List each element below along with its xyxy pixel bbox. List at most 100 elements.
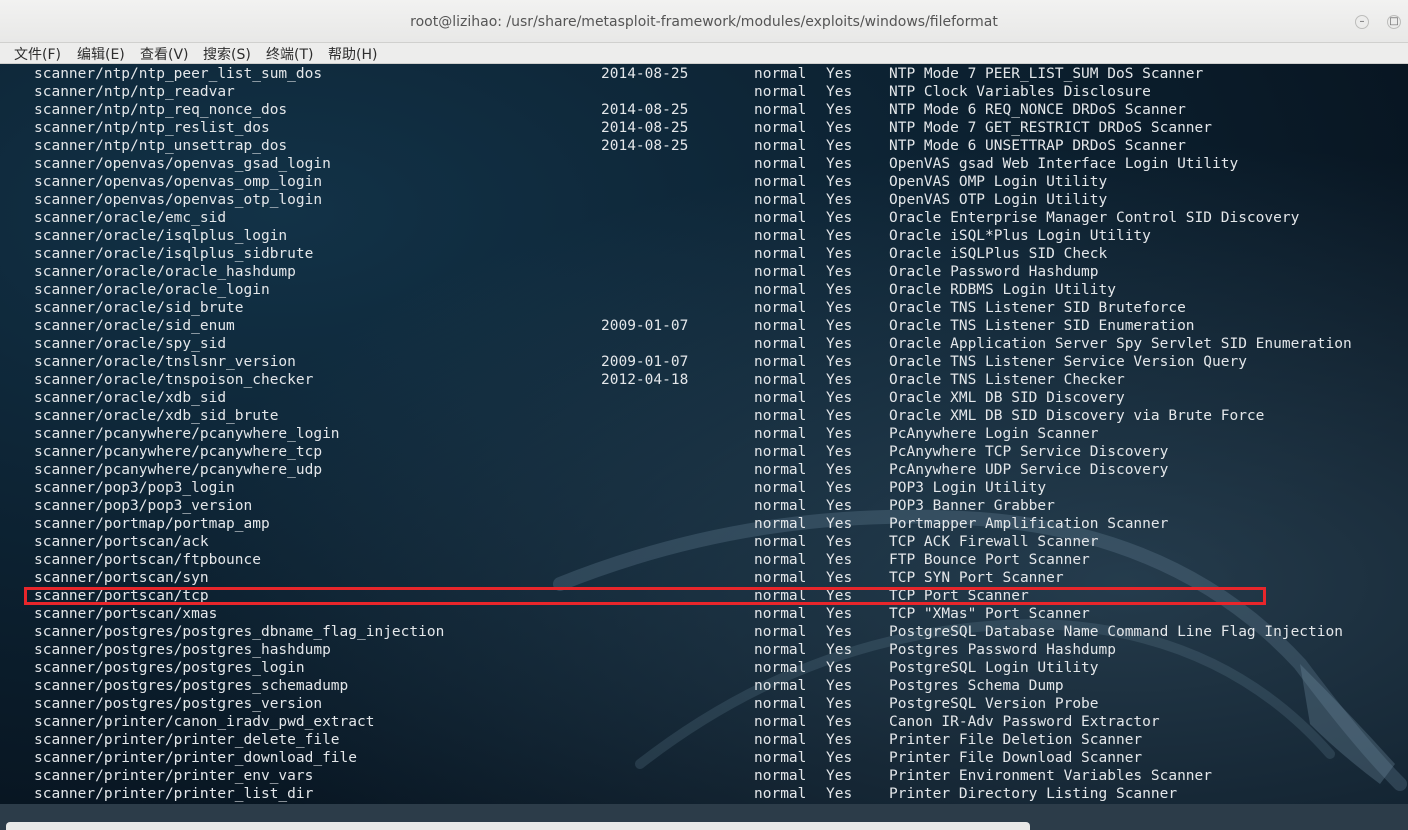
module-name: scanner/ntp/ntp_peer_list_sum_dos [34,66,323,82]
module-description: OpenVAS OMP Login Utility [889,174,1108,190]
module-rank: normal [754,318,807,334]
module-check: Yes [826,84,853,100]
module-rank: normal [754,228,807,244]
module-name: scanner/printer/canon_iradv_pwd_extract [34,714,375,730]
module-check: Yes [826,444,853,460]
module-description: PcAnywhere TCP Service Discovery [889,444,1169,460]
module-name: scanner/oracle/sid_enum [34,318,235,334]
module-rank: normal [754,138,807,154]
module-check: Yes [826,174,853,190]
module-description: Oracle RDBMS Login Utility [889,282,1116,298]
module-description: Printer File Deletion Scanner [889,732,1143,748]
module-rank: normal [754,246,807,262]
module-name: scanner/pcanywhere/pcanywhere_udp [34,462,323,478]
module-rank: normal [754,786,807,802]
module-check: Yes [826,282,853,298]
module-name: scanner/oracle/xdb_sid_brute [34,408,279,424]
module-description: Oracle Application Server Spy Servlet SI… [889,336,1352,352]
module-name: scanner/oracle/spy_sid [34,336,227,352]
terminal-output[interactable]: scanner/ntp/ntp_peer_list_sum_dos 2014-08… [0,64,1408,804]
module-check: Yes [826,390,853,406]
module-check: Yes [826,426,853,442]
module-rank: normal [754,606,807,622]
module-name: scanner/portscan/ack [34,534,209,550]
menu-view[interactable]: 查看(V) [140,44,189,64]
module-rank: normal [754,768,807,784]
module-description: TCP ACK Firewall Scanner [889,534,1099,550]
module-rank: normal [754,498,807,514]
module-check: Yes [826,408,853,424]
disclosure-date: 2014-08-25 [601,120,689,136]
module-rank: normal [754,264,807,280]
module-description: PostgreSQL Version Probe [889,696,1099,712]
module-description: POP3 Banner Grabber [889,498,1055,514]
module-name: scanner/portmap/portmap_amp [34,516,270,532]
highlight-box [24,587,1266,605]
module-description: Oracle TNS Listener SID Bruteforce [889,300,1186,316]
module-name: scanner/ntp/ntp_unsettrap_dos [34,138,288,154]
module-check: Yes [826,516,853,532]
module-description: Oracle iSQL*Plus Login Utility [889,228,1151,244]
module-rank: normal [754,552,807,568]
module-rank: normal [754,156,807,172]
module-description: NTP Mode 7 PEER_LIST_SUM DoS Scanner [889,66,1204,82]
module-name: scanner/ntp/ntp_reslist_dos [34,120,270,136]
module-check: Yes [826,642,853,658]
module-description: TCP SYN Port Scanner [889,570,1064,586]
module-name: scanner/openvas/openvas_gsad_login [34,156,331,172]
taskbar-window-tab[interactable] [6,822,1030,830]
menu-search[interactable]: 搜索(S) [203,44,251,64]
module-check: Yes [826,660,853,676]
module-description: Oracle iSQLPlus SID Check [889,246,1108,262]
module-rank: normal [754,102,807,118]
module-description: NTP Mode 6 UNSETTRAP DRDoS Scanner [889,138,1186,154]
module-description: POP3 Login Utility [889,480,1047,496]
module-name: scanner/oracle/isqlplus_sidbrute [34,246,314,262]
module-description: PostgreSQL Database Name Command Line Fl… [889,624,1343,640]
module-rank: normal [754,696,807,712]
module-rank: normal [754,372,807,388]
module-name: scanner/openvas/openvas_omp_login [34,174,323,190]
module-name: scanner/oracle/tnslsnr_version [34,354,296,370]
menu-terminal[interactable]: 终端(T) [266,44,313,64]
module-description: Printer Directory Listing Scanner [889,786,1178,802]
module-check: Yes [826,264,853,280]
disclosure-date: 2009-01-07 [601,318,689,334]
menu-help[interactable]: 帮助(H) [328,44,377,64]
module-description: Oracle XML DB SID Discovery via Brute Fo… [889,408,1265,424]
taskbar [0,804,1408,830]
module-name: scanner/ntp/ntp_readvar [34,84,235,100]
module-name: scanner/oracle/xdb_sid [34,390,227,406]
maximize-icon[interactable]: □ [1387,15,1401,29]
module-check: Yes [826,552,853,568]
module-description: Portmapper Amplification Scanner [889,516,1169,532]
module-rank: normal [754,408,807,424]
module-name: scanner/ntp/ntp_req_nonce_dos [34,102,288,118]
module-rank: normal [754,660,807,676]
module-name: scanner/pop3/pop3_version [34,498,253,514]
module-rank: normal [754,192,807,208]
module-description: PostgreSQL Login Utility [889,660,1099,676]
menu-file[interactable]: 文件(F) [14,44,61,64]
module-name: scanner/oracle/sid_brute [34,300,244,316]
title-bar[interactable]: root@lizihao: /usr/share/metasploit-fram… [0,0,1408,43]
module-rank: normal [754,570,807,586]
module-check: Yes [826,624,853,640]
module-name: scanner/postgres/postgres_login [34,660,305,676]
module-check: Yes [826,138,853,154]
module-name: scanner/pop3/pop3_login [34,480,235,496]
minimize-icon[interactable]: – [1355,15,1369,29]
module-check: Yes [826,228,853,244]
module-description: NTP Clock Variables Disclosure [889,84,1151,100]
module-description: Oracle Password Hashdump [889,264,1099,280]
module-description: Printer Environment Variables Scanner [889,768,1213,784]
module-rank: normal [754,480,807,496]
module-name: scanner/postgres/postgres_dbname_flag_in… [34,624,445,640]
menu-edit[interactable]: 编辑(E) [77,44,125,64]
module-name: scanner/oracle/tnspoison_checker [34,372,314,388]
module-check: Yes [826,498,853,514]
module-description: Postgres Schema Dump [889,678,1064,694]
module-check: Yes [826,354,853,370]
disclosure-date: 2014-08-25 [601,102,689,118]
module-description: FTP Bounce Port Scanner [889,552,1090,568]
